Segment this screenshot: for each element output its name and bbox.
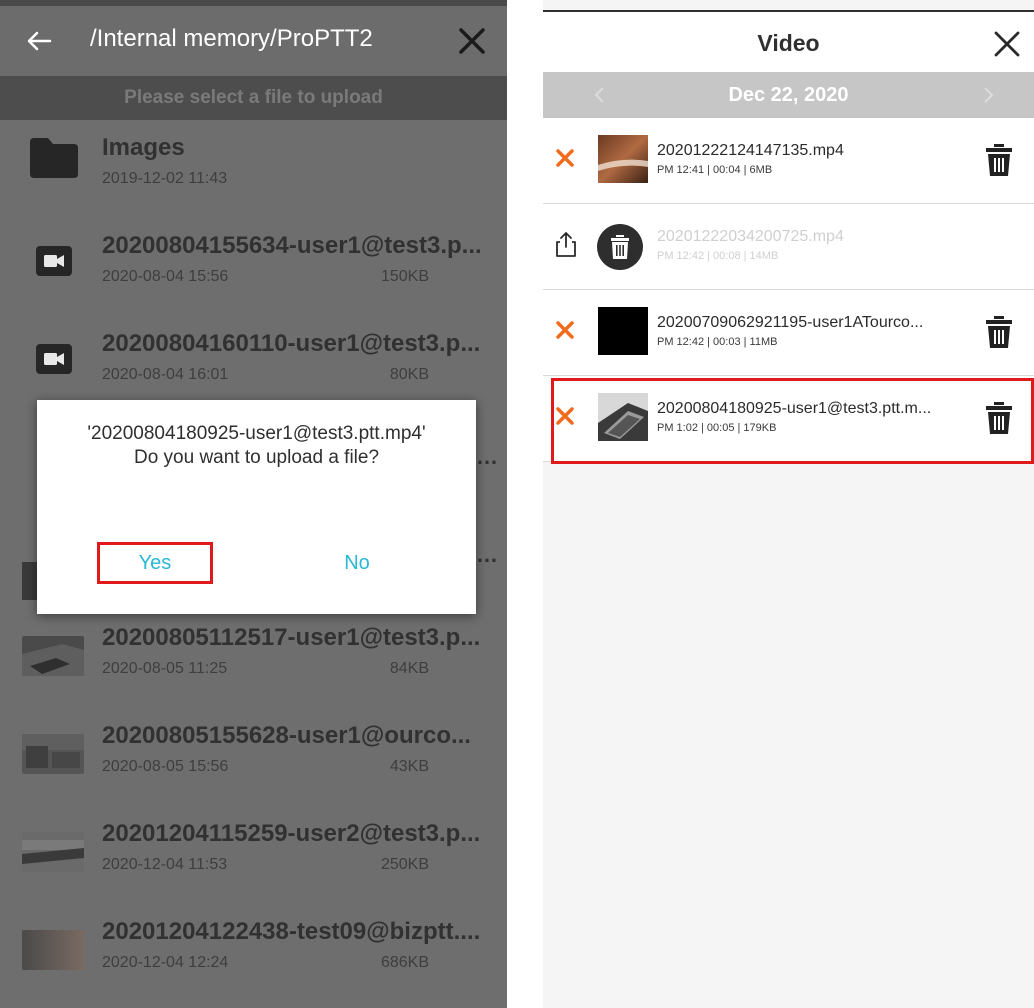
file-name: 20201204115259-user2@test3.p...: [102, 820, 481, 847]
video-meta: PM 12:41 | 00:04 | 6MB: [657, 164, 773, 176]
file-size: 43KB: [389, 758, 429, 775]
file-row[interactable]: 20200804155634-user1@test3.p... 2020-08-…: [0, 218, 507, 316]
date-navigator: Dec 22, 2020: [543, 72, 1034, 118]
video-thumbnail: [22, 636, 84, 676]
file-date: 2020-12-04 12:24: [102, 954, 229, 971]
file-name: 20200804160110-user1@test3.p...: [102, 330, 481, 357]
video-thumbnail: [598, 307, 648, 355]
screen: /Internal memory/ProPTT2 Please select a…: [0, 0, 1034, 1008]
chevron-right-icon[interactable]: [983, 86, 995, 104]
file-date: 2020-08-05 11:25: [102, 660, 228, 677]
upload-icon[interactable]: [553, 230, 579, 258]
video-list-panel: Video Dec 22, 2020 20201222124147135.mp4…: [543, 0, 1034, 1008]
video-header: Video: [543, 12, 1034, 72]
path-title: /Internal memory/ProPTT2: [90, 25, 373, 52]
file-row[interactable]: 20200805112517-user1@test3.p... 2020-08-…: [0, 610, 507, 708]
video-name: 20201222124147135.mp4: [657, 142, 844, 159]
trash-icon[interactable]: [985, 316, 1013, 348]
file-picker-header: /Internal memory/ProPTT2: [0, 6, 507, 76]
video-row[interactable]: 20200709062921195-user1ATourco... PM 12:…: [543, 290, 1034, 376]
file-size: 686KB: [380, 954, 429, 971]
close-icon[interactable]: [993, 30, 1021, 58]
file-size: 250KB: [380, 856, 429, 873]
ellipsis-fragment: …: [476, 542, 498, 567]
video-thumbnail: [22, 832, 84, 872]
file-date: 2020-08-04 16:01: [102, 366, 229, 383]
dialog-filename: '20200804180925-user1@test3.ptt.mp4': [87, 423, 426, 444]
deleting-trash-icon: [597, 224, 643, 270]
video-icon: [36, 246, 72, 276]
video-thumbnail: [598, 135, 648, 183]
no-button[interactable]: No: [307, 542, 407, 584]
trash-icon[interactable]: [985, 144, 1013, 176]
file-date: 2020-08-05 15:56: [102, 758, 229, 775]
video-icon: [36, 344, 72, 374]
back-arrow-icon[interactable]: [24, 26, 54, 56]
close-icon[interactable]: [455, 24, 489, 58]
video-row[interactable]: 20201222034200725.mp4 PM 12:42 | 00:08 |…: [543, 204, 1034, 290]
trash-glyph: [611, 235, 629, 259]
thumbnail-fragment: [22, 562, 38, 600]
file-name: Images: [102, 134, 185, 161]
ellipsis-fragment: …: [476, 444, 498, 469]
video-meta: PM 12:42 | 00:03 | 11MB: [657, 336, 778, 348]
highlight-frame: [551, 378, 1034, 464]
file-row[interactable]: 20201204122438-test09@bizptt.... 2020-12…: [0, 904, 507, 1002]
file-date: 2020-12-04 11:53: [102, 856, 228, 873]
file-picker-panel: /Internal memory/ProPTT2 Please select a…: [0, 0, 507, 1008]
file-size: 80KB: [389, 366, 429, 383]
video-name: 20200709062921195-user1ATourco...: [657, 314, 924, 331]
file-size: 150KB: [380, 268, 429, 285]
page-title: Video: [757, 30, 820, 56]
video-row[interactable]: 20201222124147135.mp4 PM 12:41 | 00:04 |…: [543, 118, 1034, 204]
yes-button[interactable]: Yes: [97, 542, 213, 584]
file-name: 20200804155634-user1@test3.p...: [102, 232, 482, 259]
failed-x-icon: [556, 321, 574, 339]
file-name: 20200805112517-user1@test3.p...: [102, 624, 481, 651]
select-hint-bar: Please select a file to upload: [0, 76, 507, 120]
file-name: 20201204122438-test09@bizptt....: [102, 918, 481, 945]
file-date: 2020-08-04 15:56: [102, 268, 229, 285]
file-row[interactable]: Images 2019-12-02 11:43: [0, 120, 507, 218]
failed-x-icon: [556, 149, 574, 167]
file-row[interactable]: 20200805155628-user1@ourco... 2020-08-05…: [0, 708, 507, 806]
current-date: Dec 22, 2020: [728, 84, 849, 106]
dialog-question: Do you want to upload a file?: [133, 447, 380, 468]
file-row[interactable]: 20201204115259-user2@test3.p... 2020-12-…: [0, 806, 507, 904]
video-thumbnail: [22, 930, 84, 970]
upload-confirm-dialog: '20200804180925-user1@test3.ptt.mp4' Do …: [37, 400, 476, 614]
file-size: 84KB: [389, 660, 429, 677]
video-thumbnail: [22, 734, 84, 774]
dialog-message: '20200804180925-user1@test3.ptt.mp4' Do …: [37, 422, 476, 470]
folder-icon: [30, 138, 78, 178]
file-name: 20200805155628-user1@ourco...: [102, 722, 471, 749]
video-name: 20201222034200725.mp4: [657, 228, 844, 245]
file-date: 2019-12-02 11:43: [102, 170, 228, 187]
video-meta: PM 12:42 | 00:08 | 14MB: [657, 250, 779, 262]
